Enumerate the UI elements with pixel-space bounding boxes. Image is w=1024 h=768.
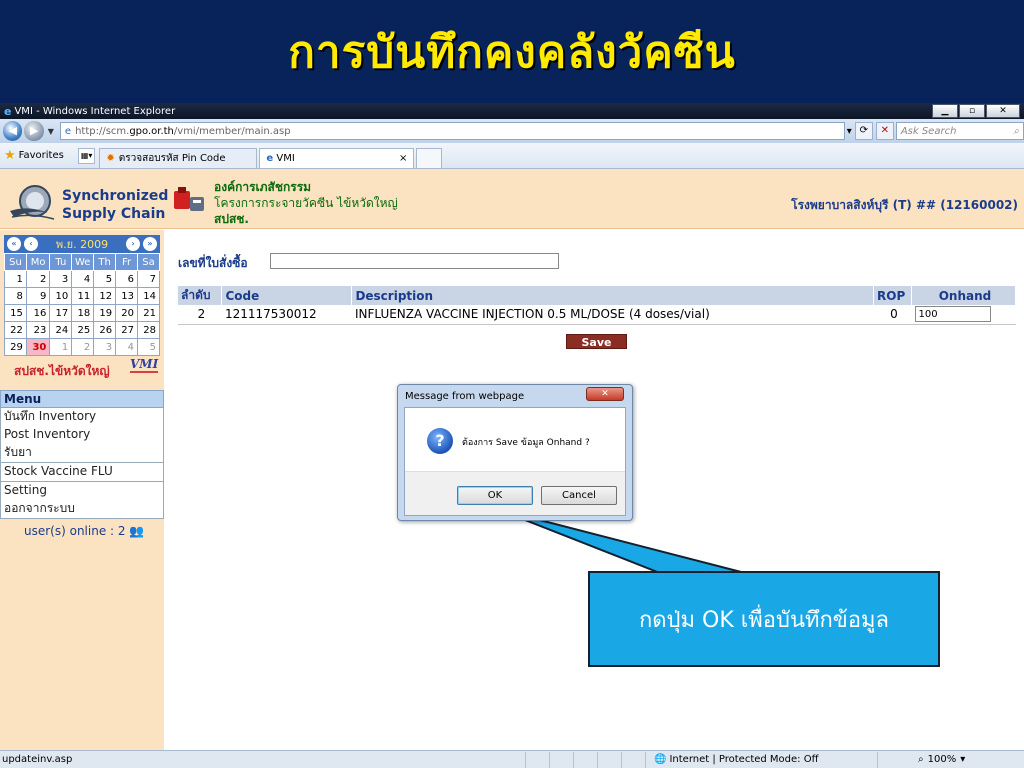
zoom-dropdown-icon: ▾	[960, 754, 966, 765]
dialog-footer: OK Cancel	[405, 471, 625, 515]
callout-text: กดปุ่ม OK เพื่อบันทึกข้อมูล	[638, 607, 890, 633]
globe-icon: 🌐	[654, 754, 667, 765]
status-segment	[525, 751, 549, 768]
dialog-message: ต้องการ Save ข้อมูล Onhand ?	[462, 438, 590, 448]
magnifier-icon: ⌕	[918, 754, 924, 765]
zoom-control[interactable]: ⌕ 100% ▾	[877, 751, 966, 768]
status-segment	[597, 751, 621, 768]
security-zone[interactable]: 🌐 Internet | Protected Mode: Off	[645, 751, 877, 768]
status-segment	[573, 751, 597, 768]
status-bar: updateinv.asp 🌐 Internet | Protected Mod…	[0, 750, 1024, 768]
zoom-level: 100%	[927, 754, 957, 765]
slide: การบันทึกคงคลังวัคซีน e VMI - Windows In…	[0, 0, 1024, 768]
message-dialog: Message from webpage ✕ ? ต้องการ Save ข้…	[397, 384, 633, 521]
dialog-close-button[interactable]: ✕	[586, 387, 624, 401]
dialog-body: ? ต้องการ Save ข้อมูล Onhand ? OK Cancel	[404, 407, 626, 516]
status-segment	[549, 751, 573, 768]
question-icon: ?	[427, 428, 453, 454]
zone-text: Internet | Protected Mode: Off	[669, 754, 819, 765]
ok-button[interactable]: OK	[457, 486, 533, 505]
dialog-title: Message from webpage	[405, 391, 525, 402]
status-segment	[621, 751, 645, 768]
callout-box: กดปุ่ม OK เพื่อบันทึกข้อมูล	[588, 571, 940, 667]
cancel-button[interactable]: Cancel	[541, 486, 617, 505]
status-url: updateinv.asp	[2, 754, 73, 765]
